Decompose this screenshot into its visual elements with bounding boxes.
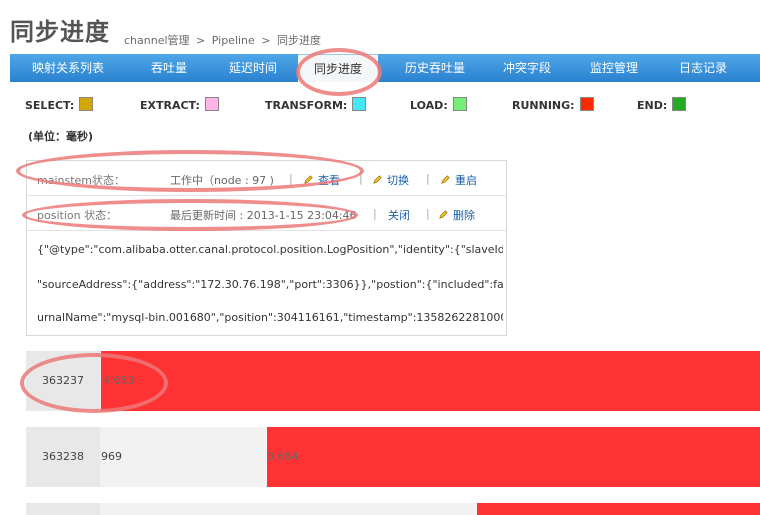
page-title: 同步进度 [10,18,110,46]
tab-history-throughput[interactable]: 历史吞吐量 [390,54,480,82]
legend-transform-swatch [352,97,367,111]
restart-action[interactable]: 重启 [440,172,477,188]
legend: SELECT: EXTRACT: TRANSFORM: LOAD: RUNNIN… [0,97,760,115]
position-json-line: "sourceAddress":{"address":"172.30.76.19… [37,278,503,291]
legend-extract-swatch [204,97,219,111]
breadcrumb-current: 同步进度 [277,34,322,47]
tab-monitor[interactable]: 监控管理 [570,54,658,82]
progress-running-segment: 4,653 [101,351,760,411]
breadcrumb: channel管理 > Pipeline > 同步进度 [124,32,324,48]
pencil-icon [439,210,448,219]
progress-row: 363238 969 3,684 [26,427,760,487]
legend-select-swatch [79,97,94,111]
progress-running-segment: 3,684 [267,427,760,487]
progress-load-segment [101,503,477,515]
position-json-line: urnalName":"mysql-bin.001680","position"… [37,311,503,324]
tab-sync-progress[interactable]: 同步进度 [298,54,378,82]
pencil-icon [373,175,382,184]
separator: | [289,172,293,185]
pencil-icon [304,175,313,184]
progress-row [26,503,760,515]
progress-row-id: 363238 [26,427,100,487]
separator: | [359,172,363,185]
legend-running-swatch [579,97,594,111]
delete-action[interactable]: 删除 [438,207,475,223]
position-label: position 状态： [37,209,118,222]
position-status-row: position 状态： 最后更新时间 : 2013-1-15 23:04:46… [27,196,506,231]
progress-row-id [26,503,100,515]
tab-conflict-fields[interactable]: 冲突字段 [484,54,570,82]
tab-logs[interactable]: 日志记录 [658,54,748,82]
position-value: 最后更新时间 : 2013-1-15 23:04:46 [170,209,357,222]
progress-row: 363237 4,653 [26,351,760,411]
pencil-icon [441,175,450,184]
close-action[interactable]: 关闭 [388,207,410,223]
tab-bar: 映射关系列表 吞吐量 延迟时间 同步进度 历史吞吐量 冲突字段 监控管理 日志记… [10,54,760,82]
legend-load: LOAD: [410,97,467,113]
page-header: 同步进度 channel管理 > Pipeline > 同步进度 [0,0,760,54]
progress-row-id: 363237 [26,351,100,411]
status-panel: mainstem状态： 工作中（node : 97 ) | 查看 | 切换 | … [26,160,507,336]
legend-select: SELECT: [25,97,94,113]
breadcrumb-separator: > [196,34,206,47]
separator: | [373,207,377,220]
mainstem-label: mainstem状态： [37,174,126,187]
breadcrumb-pipeline-link[interactable]: Pipeline [212,34,255,47]
position-json-line: {"@type":"com.alibaba.otter.canal.protoc… [37,243,503,256]
tab-delay[interactable]: 延迟时间 [212,54,294,82]
legend-end: END: [637,97,687,113]
view-action[interactable]: 查看 [303,172,340,188]
mainstem-status-row: mainstem状态： 工作中（node : 97 ) | 查看 | 切换 | … [27,161,506,196]
mainstem-value: 工作中（node : 97 ) [170,174,274,187]
legend-transform: TRANSFORM: [265,97,367,113]
breadcrumb-separator: > [261,34,271,47]
legend-end-swatch [672,97,687,111]
switch-action[interactable]: 切换 [372,172,409,188]
legend-load-swatch [452,97,467,111]
breadcrumb-channel-link[interactable]: channel管理 [124,34,190,47]
unit-label: (单位：毫秒) [28,130,94,143]
legend-extract: EXTRACT: [140,97,219,113]
separator: | [426,207,430,220]
progress-load-segment: 969 [101,427,267,487]
legend-running: RUNNING: [512,97,594,113]
separator: | [426,172,430,185]
progress-running-segment [477,503,760,515]
tab-throughput[interactable]: 吞吐量 [126,54,212,82]
tab-mapping-list[interactable]: 映射关系列表 [10,54,126,82]
